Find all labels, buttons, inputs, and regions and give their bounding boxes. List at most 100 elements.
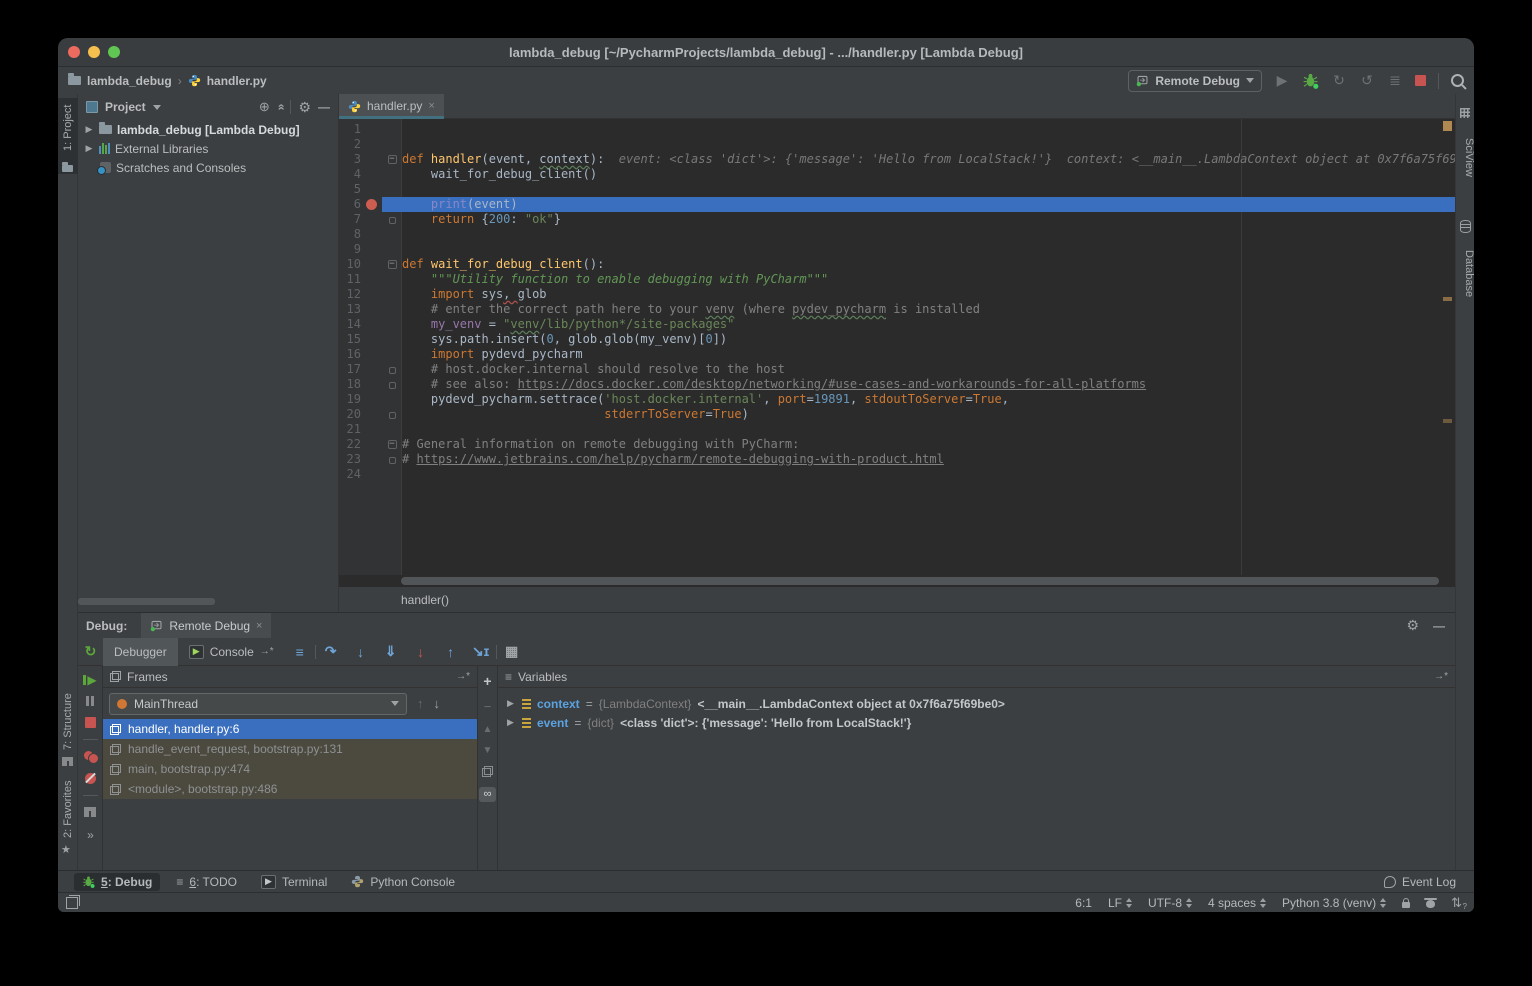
editor-tab-handler[interactable]: handler.py × [339,94,444,118]
more-actions-icon[interactable]: » [87,828,93,842]
interpreter-select[interactable]: Python 3.8 (venv) [1282,895,1386,911]
editor-area[interactable]: handler.py × 123−def handler(event, cont… [339,94,1455,612]
coverage-icon[interactable]: ↻ [1331,72,1347,89]
gutter-cell[interactable] [361,422,382,437]
variable-row[interactable]: ▶event={dict}<class 'dict'>: {'message':… [498,713,1455,732]
gear-icon[interactable]: ⚙ [1406,617,1419,634]
gutter-cell[interactable] [361,377,382,392]
gutter-cell[interactable] [361,167,382,182]
gutter-cell[interactable] [361,437,382,452]
gutter-cell[interactable] [361,257,382,272]
debug-session-tab[interactable]: Remote Debug × [141,613,271,638]
expand-arrow-icon[interactable]: ▶ [507,717,516,728]
show-execution-point-icon[interactable]: ≡ [285,644,315,660]
horizontal-scrollbar[interactable] [78,598,215,605]
expand-arrow-icon[interactable]: ▶ [507,698,516,709]
fold-marker[interactable] [389,457,396,464]
restore-layout-icon[interactable] [84,807,96,817]
debug-icon[interactable] [1302,72,1319,89]
stack-frame-row[interactable]: handler, handler.py:6 [103,719,477,739]
tool-stripe-favorites-button[interactable]: 2: Favorites ★ [58,776,78,858]
tree-item-scratches[interactable]: Scratches and Consoles [78,158,338,177]
menu-icon[interactable]: ≡ [505,670,512,684]
gutter-cell[interactable] [361,302,382,317]
fold-marker[interactable]: − [388,440,397,449]
locate-file-icon[interactable]: ⊕ [259,99,270,115]
gutter-cell[interactable] [361,227,382,242]
add-watch-icon[interactable]: + [483,673,491,689]
stripe-mark[interactable] [1443,297,1452,301]
resume-program-icon[interactable]: ▶ [83,675,96,685]
gutter-cell[interactable] [361,347,382,362]
run-configuration-select[interactable]: Remote Debug [1128,70,1262,92]
gutter-cell[interactable] [361,392,382,407]
fold-marker[interactable]: − [388,155,397,164]
gutter-cell[interactable] [361,197,382,212]
search-everywhere-icon[interactable] [1451,74,1464,87]
previous-frame-icon[interactable]: ↑ [417,696,424,711]
indent-select[interactable]: 4 spaces [1208,895,1266,911]
tab-console[interactable]: ▶ Console →* [178,638,285,666]
run-configurations-icon[interactable]: ≣ [1387,72,1403,89]
show-watches-icon[interactable]: ∞ [479,787,496,802]
step-into-my-code-icon[interactable]: ↓ [406,644,436,660]
pause-icon[interactable] [86,696,94,706]
collapse-all-icon[interactable]: » [273,104,287,111]
view-breakpoints-icon[interactable] [84,751,97,762]
run-to-cursor-icon[interactable]: ↘ɪ [466,643,496,660]
read-only-lock-icon[interactable] [1402,902,1410,908]
stripe-mark[interactable] [1443,121,1452,131]
fold-marker[interactable]: − [388,260,397,269]
gutter-cell[interactable] [361,332,382,347]
tool-stripe-sciview-button[interactable]: SciView [1456,106,1474,192]
gutter-cell[interactable] [361,362,382,377]
line-separator-select[interactable]: LF [1108,895,1132,911]
tree-item-external-libraries[interactable]: ▶ External Libraries [78,139,338,158]
toolwindow-debug-button[interactable]: 5: Debug [74,873,160,891]
editor-context-breadcrumb[interactable]: handler() [339,586,1455,612]
close-icon[interactable]: × [428,100,434,112]
pin-icon[interactable]: →* [456,671,470,682]
encoding-select[interactable]: UTF-8 [1148,895,1192,911]
pin-icon[interactable]: →* [260,646,274,657]
force-step-into-icon[interactable]: ⇓ [376,643,406,660]
event-log-button[interactable]: Event Log [1376,873,1464,891]
caret-position[interactable]: 6:1 [1075,896,1092,910]
breadcrumb-project[interactable]: lambda_debug [87,74,172,88]
tool-stripe-project-button[interactable]: 1: Project [58,98,78,174]
gutter-cell[interactable] [361,287,382,302]
fold-marker[interactable] [389,412,396,419]
tool-stripe-structure-button[interactable]: 7: Structure [58,692,78,768]
stop-icon[interactable] [85,717,96,728]
toolwindow-todo-button[interactable]: ≡ 6: TODO [168,873,245,891]
gutter-cell[interactable] [361,242,382,257]
gutter-cell[interactable] [361,182,382,197]
gear-icon[interactable]: ⚙ [298,99,311,116]
gutter-cell[interactable] [361,212,382,227]
fold-marker[interactable] [389,382,396,389]
step-out-icon[interactable]: ↑ [436,644,466,660]
next-frame-icon[interactable]: ↓ [434,696,441,711]
chevron-right-icon[interactable]: ▶ [84,124,94,135]
profiler-icon[interactable]: ↺ [1359,72,1375,89]
rerun-icon[interactable]: ↻ [78,643,103,660]
stripe-mark[interactable] [1443,419,1452,423]
layout-grid-icon[interactable]: ▦ [497,643,527,660]
stop-icon[interactable] [1415,75,1426,86]
project-panel-title[interactable]: Project [105,100,146,114]
gutter-cell[interactable] [361,122,382,137]
stack-frame-row[interactable]: handle_event_request, bootstrap.py:131 [103,739,477,759]
tree-item-project-root[interactable]: ▶ lambda_debug [Lambda Debug] [78,120,338,139]
gutter-cell[interactable] [361,137,382,152]
horizontal-scrollbar[interactable] [401,577,1439,585]
duplicate-watch-icon[interactable] [482,766,493,777]
mute-breakpoints-icon[interactable] [85,773,96,784]
gutter-cell[interactable] [361,152,382,167]
gutter-cell[interactable] [361,452,382,467]
step-into-icon[interactable]: ↓ [346,644,376,660]
hide-panel-icon[interactable]: — [1433,619,1445,633]
remove-watch-icon[interactable]: − [484,699,492,714]
pin-icon[interactable]: →* [1434,671,1448,682]
toolwindow-quick-access-icon[interactable] [66,897,78,909]
chevron-right-icon[interactable]: ▶ [84,143,94,154]
